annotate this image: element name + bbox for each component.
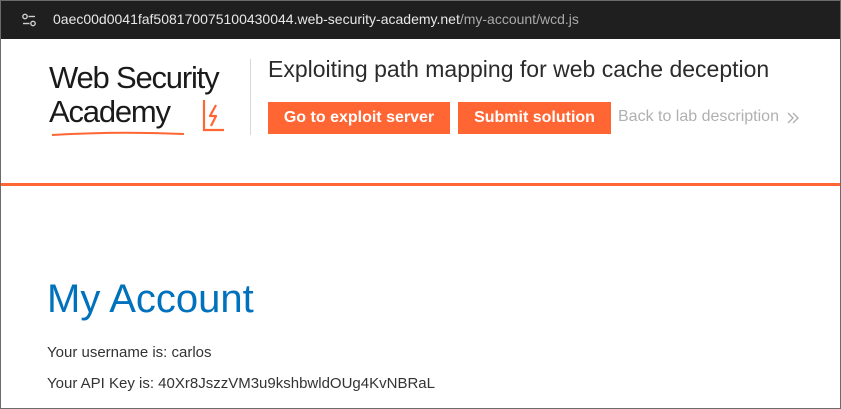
main-content: My Account Your username is: carlos Your… [1,186,840,408]
back-to-lab-description-link[interactable]: Back to lab description [618,108,779,126]
lightning-bolt-icon [202,100,224,132]
go-to-exploit-server-button[interactable]: Go to exploit server [268,102,450,134]
logo-text-line2: Academy [49,94,171,129]
url-text[interactable]: 0aec00d0041faf508170075100430044.web-sec… [53,11,579,27]
double-chevron-right-icon[interactable] [786,111,800,125]
academy-logo[interactable]: Web Security Academy [49,59,259,139]
username-text: Your username is: carlos [47,344,212,361]
lab-header: Web Security Academy Exploiting path map… [1,39,840,183]
submit-solution-button[interactable]: Submit solution [458,102,611,134]
logo-underline-swoosh [51,131,185,136]
header-divider [250,59,251,135]
site-settings-icon[interactable] [21,12,37,28]
url-path: /my-account/wcd.js [459,11,579,27]
url-host: 0aec00d0041faf508170075100430044.web-sec… [53,11,460,27]
address-bar[interactable]: 0aec00d0041faf508170075100430044.web-sec… [1,1,840,39]
page-title: My Account [47,277,254,321]
lab-title: Exploiting path mapping for web cache de… [268,56,770,82]
logo-text-line1: Web Security [49,60,220,95]
api-key-text: Your API Key is: 40Xr8JszzVM3u9kshbwldOU… [47,375,435,392]
browser-window: 0aec00d0041faf508170075100430044.web-sec… [0,0,841,409]
